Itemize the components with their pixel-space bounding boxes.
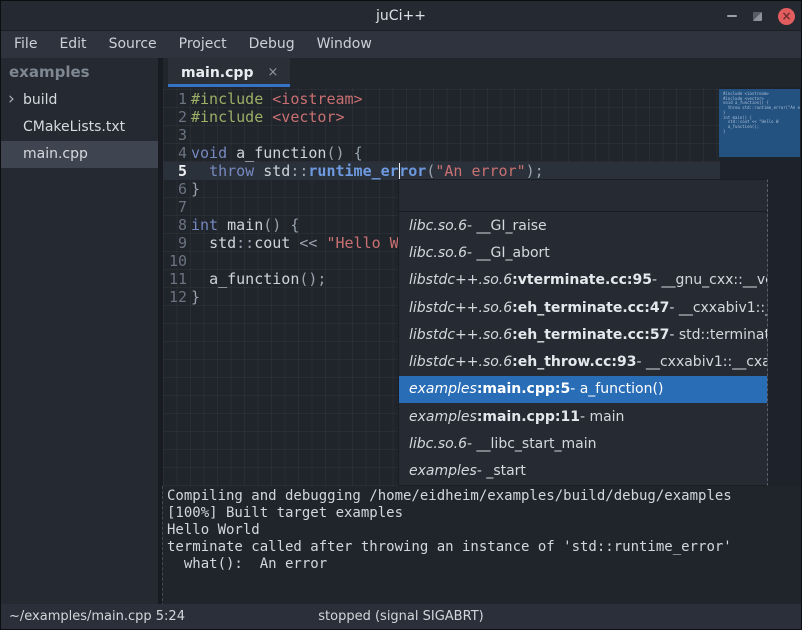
line-number: 9 xyxy=(163,234,187,252)
frame-symbol: - __GI_raise xyxy=(467,218,547,234)
terminal-output: Compiling and debugging /home/eidheim/ex… xyxy=(162,486,801,606)
frame-file-line: :main.cpp:5 xyxy=(477,381,570,397)
stack-frame[interactable]: libc.so.6 - __GI_abort xyxy=(399,239,767,266)
terminal-line: Compiling and debugging /home/eidheim/ex… xyxy=(167,488,797,505)
code-minimap[interactable]: #include <iostream>#include <vector>void… xyxy=(719,89,800,157)
tree-item-label: build xyxy=(23,92,57,108)
stack-frame[interactable]: libc.so.6 - __libc_start_main xyxy=(399,430,767,457)
frame-module: libstdc++.so.6 xyxy=(409,327,512,343)
frame-symbol: - std::terminate() xyxy=(669,327,767,343)
project-name: examples xyxy=(1,58,158,87)
frame-symbol: - a_function() xyxy=(570,381,663,397)
frame-file-line: :eh_terminate.cc:47 xyxy=(512,300,669,316)
line-number: 3 xyxy=(163,126,187,144)
menu-item-debug[interactable]: Debug xyxy=(238,31,306,58)
stack-frame[interactable]: libstdc++.so.6:eh_terminate.cc:47 - __cx… xyxy=(399,294,767,321)
tabbar: main.cpp × xyxy=(163,58,801,87)
frame-module: examples xyxy=(409,381,477,397)
stack-trace-list: libc.so.6 - __GI_raiselibc.so.6 - __GI_a… xyxy=(399,212,767,485)
frame-module: libc.so.6 xyxy=(409,245,467,261)
line-number: 10 xyxy=(163,252,187,270)
frame-file-line: :eh_throw.cc:93 xyxy=(512,354,636,370)
line-number-gutter: 123456789101112 xyxy=(163,90,187,306)
tab-close-icon[interactable]: × xyxy=(267,66,278,79)
menubar: FileEditSourceProjectDebugWindow xyxy=(1,31,801,58)
window-body: examples › build CMakeLists.txt main.cpp ma… xyxy=(1,58,801,604)
stack-frame[interactable]: examples:main.cpp:11 - main xyxy=(399,403,767,430)
code-line[interactable]: #include <vector> xyxy=(191,108,544,126)
frame-module: examples xyxy=(409,409,477,425)
frame-module: libstdc++.so.6 xyxy=(409,354,512,370)
minimize-icon[interactable] xyxy=(727,15,737,17)
code-line[interactable]: throw std::runtime_error("An error"); xyxy=(191,162,544,180)
frame-module: libc.so.6 xyxy=(409,218,467,234)
terminal-line: what(): An error xyxy=(167,556,797,573)
line-number: 1 xyxy=(163,90,187,108)
restore-icon[interactable] xyxy=(753,12,762,21)
file-tree: › build CMakeLists.txt main.cpp xyxy=(1,87,158,168)
menu-item-project[interactable]: Project xyxy=(168,31,238,58)
tree-item-cmakelists-txt[interactable]: CMakeLists.txt xyxy=(1,114,158,141)
window-title: juCi++ xyxy=(1,8,801,24)
chevron-right-icon[interactable]: › xyxy=(8,86,15,113)
frame-module: libstdc++.so.6 xyxy=(409,300,512,316)
main-pane: main.cpp × 123456789101112 #include <ios… xyxy=(163,58,801,604)
frame-symbol: - main xyxy=(580,409,624,425)
line-number: 8 xyxy=(163,216,187,234)
menu-item-edit[interactable]: Edit xyxy=(48,31,97,58)
line-number: 7 xyxy=(163,198,187,216)
titlebar: juCi++ × xyxy=(1,1,801,31)
code-editor[interactable]: 123456789101112 #include <iostream>#incl… xyxy=(163,87,801,486)
frame-symbol: - _start xyxy=(477,463,526,479)
file-tree-sidebar: examples › build CMakeLists.txt main.cpp xyxy=(1,58,158,604)
frame-file-line: :eh_terminate.cc:57 xyxy=(512,327,669,343)
stack-frame[interactable]: libc.so.6 - __GI_raise xyxy=(399,212,767,239)
menu-item-file[interactable]: File xyxy=(3,31,48,58)
frame-module: libstdc++.so.6 xyxy=(409,272,512,288)
tree-item-build[interactable]: › build xyxy=(1,87,158,114)
terminal-line: terminate called after throwing an insta… xyxy=(167,539,797,556)
menu-item-source[interactable]: Source xyxy=(98,31,168,58)
code-line[interactable]: void a_function() { xyxy=(191,144,544,162)
tree-item-main-cpp[interactable]: main.cpp xyxy=(1,141,158,168)
stack-trace-popup-header xyxy=(399,180,767,212)
minimap-line: } xyxy=(723,130,800,135)
code-line[interactable] xyxy=(191,126,544,144)
menu-item-window[interactable]: Window xyxy=(306,31,383,58)
tree-item-label: CMakeLists.txt xyxy=(23,119,125,135)
minimap-line: throw std::runtime_error("An error"); xyxy=(723,106,800,111)
frame-symbol: - __libc_start_main xyxy=(467,436,596,452)
stack-frame[interactable]: libstdc++.so.6:vterminate.cc:95 - __gnu_… xyxy=(399,267,767,294)
close-icon[interactable]: × xyxy=(778,8,795,25)
frame-symbol: - __GI_abort xyxy=(467,245,550,261)
stack-frame[interactable]: examples:main.cpp:5 - a_function() xyxy=(399,376,767,403)
stack-frame[interactable]: examples - _start xyxy=(399,458,767,485)
terminal-line: Hello World xyxy=(167,522,797,539)
line-number: 2 xyxy=(163,108,187,126)
line-number: 5 xyxy=(163,162,187,180)
tab-label: main.cpp xyxy=(181,65,253,81)
line-number: 11 xyxy=(163,270,187,288)
line-number: 4 xyxy=(163,144,187,162)
window-controls: × xyxy=(727,1,795,31)
tree-item-label: main.cpp xyxy=(23,146,88,162)
debug-status: stopped (signal SIGABRT) xyxy=(1,609,801,624)
stack-frame[interactable]: libstdc++.so.6:eh_terminate.cc:57 - std:… xyxy=(399,321,767,348)
frame-symbol: - __gnu_cxx::__verbos xyxy=(652,272,767,288)
stack-trace-popup: libc.so.6 - __GI_raiselibc.so.6 - __GI_a… xyxy=(398,179,768,486)
line-number: 6 xyxy=(163,180,187,198)
frame-file-line: :vterminate.cc:95 xyxy=(512,272,652,288)
stack-frame[interactable]: libstdc++.so.6:eh_throw.cc:93 - __cxxabi… xyxy=(399,348,767,375)
code-line[interactable]: #include <iostream> xyxy=(191,90,544,108)
terminal-line: [100%] Built target examples xyxy=(167,505,797,522)
app-window: juCi++ × FileEditSourceProjectDebugWindo… xyxy=(0,0,802,630)
frame-symbol: - __cxxabiv1::__tern xyxy=(669,300,767,316)
frame-module: libc.so.6 xyxy=(409,436,467,452)
frame-module: examples xyxy=(409,463,477,479)
frame-symbol: - __cxxabiv1::__cxa_thro xyxy=(636,354,767,370)
line-number: 12 xyxy=(163,288,187,306)
tab-main-cpp[interactable]: main.cpp × xyxy=(168,58,290,87)
frame-file-line: :main.cpp:11 xyxy=(477,409,580,425)
statusbar: ~/examples/main.cpp 5:24 stopped (signal… xyxy=(1,604,801,629)
